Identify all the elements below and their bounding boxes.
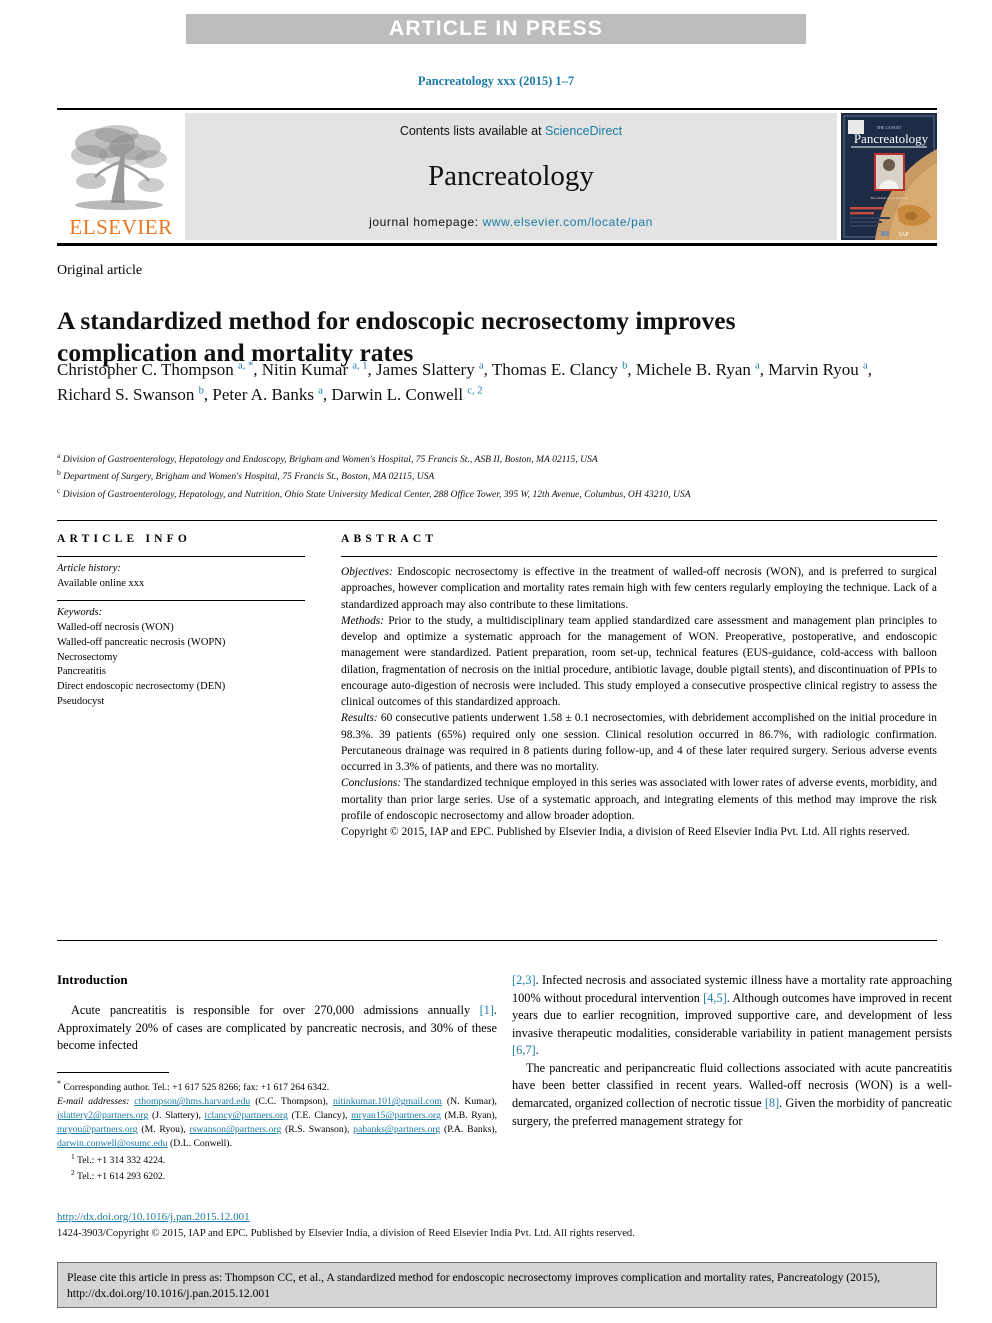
email-link[interactable]: mryan15@partners.org	[351, 1110, 441, 1121]
footnote-block: * Corresponding author. Tel.: +1 617 525…	[57, 1078, 497, 1184]
masthead-top-rule	[57, 108, 937, 110]
article-history-block: Article history: Available online xxx	[57, 557, 305, 600]
methods-label: Methods:	[341, 614, 385, 627]
contents-prefix: Contents lists available at	[399, 124, 546, 138]
article-in-press-label: ARTICLE IN PRESS	[388, 17, 604, 40]
email-link[interactable]: nitinkumar.101@gmail.com	[333, 1096, 442, 1107]
svg-text:IAP: IAP	[899, 232, 909, 238]
abstract-copyright: Copyright © 2015, IAP and EPC. Published…	[341, 826, 910, 838]
conclusions-text: The standardized technique employed in t…	[341, 777, 937, 822]
email-link[interactable]: cthompson@hms.harvard.edu	[134, 1096, 250, 1107]
email-addresses-label: E-mail addresses:	[57, 1096, 130, 1108]
article-info-column: Article history: Available online xxx Ke…	[57, 556, 305, 718]
results-label: Results:	[341, 712, 378, 725]
elsevier-wordmark: ELSEVIER	[69, 215, 173, 239]
citation-ref[interactable]: [2,3]	[512, 973, 536, 987]
author-list: Christopher C. Thompson a, *, Nitin Kuma…	[57, 360, 872, 404]
footnote-tel-2: 2 Tel.: +1 614 293 6202.	[71, 1168, 497, 1184]
masthead-bottom-rule	[57, 243, 937, 246]
asterisk-icon: *	[57, 1079, 62, 1088]
elsevier-logo: ELSEVIER	[57, 113, 185, 240]
keyword-item: Direct endoscopic necrosectomy (DEN)	[57, 681, 226, 693]
journal-title: Pancreatology	[428, 160, 594, 192]
citation-ref[interactable]: [4,5]	[703, 991, 727, 1005]
journal-homepage-line: journal homepage: www.elsevier.com/locat…	[369, 215, 653, 229]
affiliation-item: a Division of Gastroenterology, Hepatolo…	[57, 451, 598, 466]
svg-text:Pancreatology: Pancreatology	[854, 131, 929, 146]
keyword-item: Pseudocyst	[57, 696, 105, 708]
abstract-section-bottom-rule	[57, 940, 937, 941]
svg-text:THE LANCET: THE LANCET	[877, 125, 902, 130]
issn-copyright-line: 1424-3903/Copyright © 2015, IAP and EPC.…	[57, 1228, 635, 1239]
abstract-objectives: Objectives: Endoscopic necrosectomy is e…	[341, 564, 937, 613]
cite-this-article-box: Please cite this article in press as: Th…	[57, 1262, 937, 1308]
affiliation-item: c Division of Gastroenterology, Hepatolo…	[57, 485, 691, 500]
affiliation-marker: b	[57, 468, 61, 478]
body-column-left: Introduction Acute pancreatitis is respo…	[57, 972, 497, 1055]
abstract-body: Objectives: Endoscopic necrosectomy is e…	[341, 557, 937, 840]
affiliation-marker: a	[57, 451, 61, 460]
email-addresses-note: E-mail addresses: cthompson@hms.harvard.…	[57, 1096, 497, 1150]
homepage-prefix: journal homepage:	[369, 215, 483, 229]
footnote-rule	[57, 1072, 169, 1073]
article-in-press-banner: ARTICLE IN PRESS	[186, 14, 806, 44]
journal-masthead: ELSEVIER Contents lists available at Sci…	[57, 108, 937, 246]
objectives-text: Endoscopic necrosectomy is effective in …	[341, 566, 937, 611]
introduction-paragraph-1-cont: [2,3]. Infected necrosis and associated …	[512, 973, 952, 1058]
introduction-heading: Introduction	[57, 972, 128, 987]
abstract-results: Results: 60 consecutive patients underwe…	[341, 710, 937, 775]
corresponding-author-note: * Corresponding author. Tel.: +1 617 525…	[57, 1078, 497, 1095]
journal-cover-thumbnail: THE LANCET Pancreatology The Journal of …	[841, 113, 937, 240]
abstract-methods: Methods: Prior to the study, a multidisc…	[341, 613, 937, 711]
corresponding-author-text: Corresponding author. Tel.: +1 617 525 8…	[63, 1082, 330, 1094]
email-link[interactable]: jslattery2@partners.org	[57, 1110, 148, 1121]
citation-ref[interactable]: [6,7]	[512, 1043, 536, 1057]
keyword-item: Pancreatitis	[57, 666, 106, 678]
keyword-item: Walled-off necrosis (WON)	[57, 621, 174, 633]
affiliation-marker: c	[57, 485, 61, 495]
footnote-tel-1: 1 Tel.: +1 314 332 4224.	[71, 1152, 497, 1168]
keywords-label: Keywords:	[57, 606, 103, 618]
citation-ref[interactable]: [1]	[480, 1003, 494, 1017]
citation-ref[interactable]: [8]	[765, 1096, 779, 1110]
keyword-item: Necrosectomy	[57, 651, 118, 663]
conclusions-label: Conclusions:	[341, 777, 402, 790]
abstract-section-top-rule	[57, 520, 937, 521]
article-type-label: Original article	[57, 263, 143, 278]
article-history-label: Article history:	[57, 563, 121, 574]
results-text: 60 consecutive patients underwent 1.58 ±…	[341, 712, 937, 773]
journal-reference-line: Pancreatology xxx (2015) 1–7	[417, 74, 575, 88]
doi-link[interactable]: http://dx.doi.org/10.1016/j.pan.2015.12.…	[57, 1211, 250, 1223]
introduction-paragraph-2: The pancreatic and peripancreatic fluid …	[512, 1060, 952, 1128]
contents-list-line: Contents lists available at ScienceDirec…	[400, 124, 622, 138]
abstract-column: Objectives: Endoscopic necrosectomy is e…	[341, 556, 937, 840]
methods-text: Prior to the study, a multidisciplinary …	[341, 614, 937, 708]
article-info-heading: ARTICLE INFO	[57, 533, 192, 545]
email-link[interactable]: darwin.conwell@osumc.edu	[57, 1138, 168, 1149]
affiliation-item: b Department of Surgery, Brigham and Wom…	[57, 468, 435, 483]
email-link[interactable]: mryou@partners.org	[57, 1124, 138, 1135]
keyword-item: Walled-off pancreatic necrosis (WOPN)	[57, 636, 226, 648]
abstract-conclusions: Conclusions: The standardized technique …	[341, 775, 937, 824]
footnote-tel-2-text: Tel.: +1 614 293 6202.	[74, 1171, 166, 1183]
elsevier-tree-icon	[65, 121, 177, 217]
footnote-tel-1-text: Tel.: +1 314 332 4224.	[74, 1154, 166, 1166]
body-column-right: [2,3]. Infected necrosis and associated …	[512, 972, 952, 1130]
keywords-block: Keywords: Walled-off necrosis (WON) Wall…	[57, 601, 305, 718]
email-link[interactable]: rswanson@partners.org	[189, 1124, 281, 1135]
svg-text:The Journal of the Pancreas: The Journal of the Pancreas	[870, 196, 908, 200]
email-link[interactable]: tclancy@partners.org	[205, 1110, 288, 1121]
introduction-paragraph-1: Acute pancreatitis is responsible for ov…	[57, 1003, 497, 1053]
article-history-value: Available online xxx	[57, 577, 145, 589]
sciencedirect-link[interactable]: ScienceDirect	[545, 124, 622, 138]
abstract-heading: ABSTRACT	[341, 533, 438, 545]
cite-this-article-text: Please cite this article in press as: Th…	[67, 1271, 881, 1300]
email-link[interactable]: pabanks@partners.org	[353, 1124, 440, 1135]
objectives-label: Objectives:	[341, 566, 393, 578]
affiliation-list: a Division of Gastroenterology, Hepatolo…	[57, 450, 887, 502]
masthead-center: Contents lists available at ScienceDirec…	[185, 113, 837, 240]
journal-homepage-link[interactable]: www.elsevier.com/locate/pan	[483, 215, 653, 229]
